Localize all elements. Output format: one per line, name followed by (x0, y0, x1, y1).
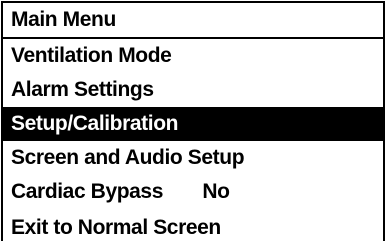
cardiac-bypass-value: No (202, 180, 230, 203)
menu-item-label: Screen and Audio Setup (11, 146, 245, 169)
menu-item-label: Cardiac Bypass (11, 180, 163, 203)
menu-item-label: Ventilation Mode (11, 44, 172, 67)
menu-item-alarm-settings[interactable]: Alarm Settings (3, 73, 383, 107)
menu-item-exit-normal-screen[interactable]: Exit to Normal Screen (3, 209, 383, 237)
menu-item-label: Alarm Settings (11, 78, 154, 101)
menu-item-cardiac-bypass[interactable]: Cardiac Bypass No (3, 175, 383, 209)
menu-item-screen-audio-setup[interactable]: Screen and Audio Setup (3, 141, 383, 175)
menu-item-label: Exit to Normal Screen (11, 216, 221, 237)
menu-item-setup-calibration[interactable]: Setup/Calibration (3, 107, 383, 141)
main-menu: Main Menu Ventilation Mode Alarm Setting… (1, 1, 385, 241)
menu-item-label: Setup/Calibration (11, 112, 179, 135)
menu-title: Main Menu (3, 3, 383, 39)
menu-item-ventilation-mode[interactable]: Ventilation Mode (3, 39, 383, 73)
